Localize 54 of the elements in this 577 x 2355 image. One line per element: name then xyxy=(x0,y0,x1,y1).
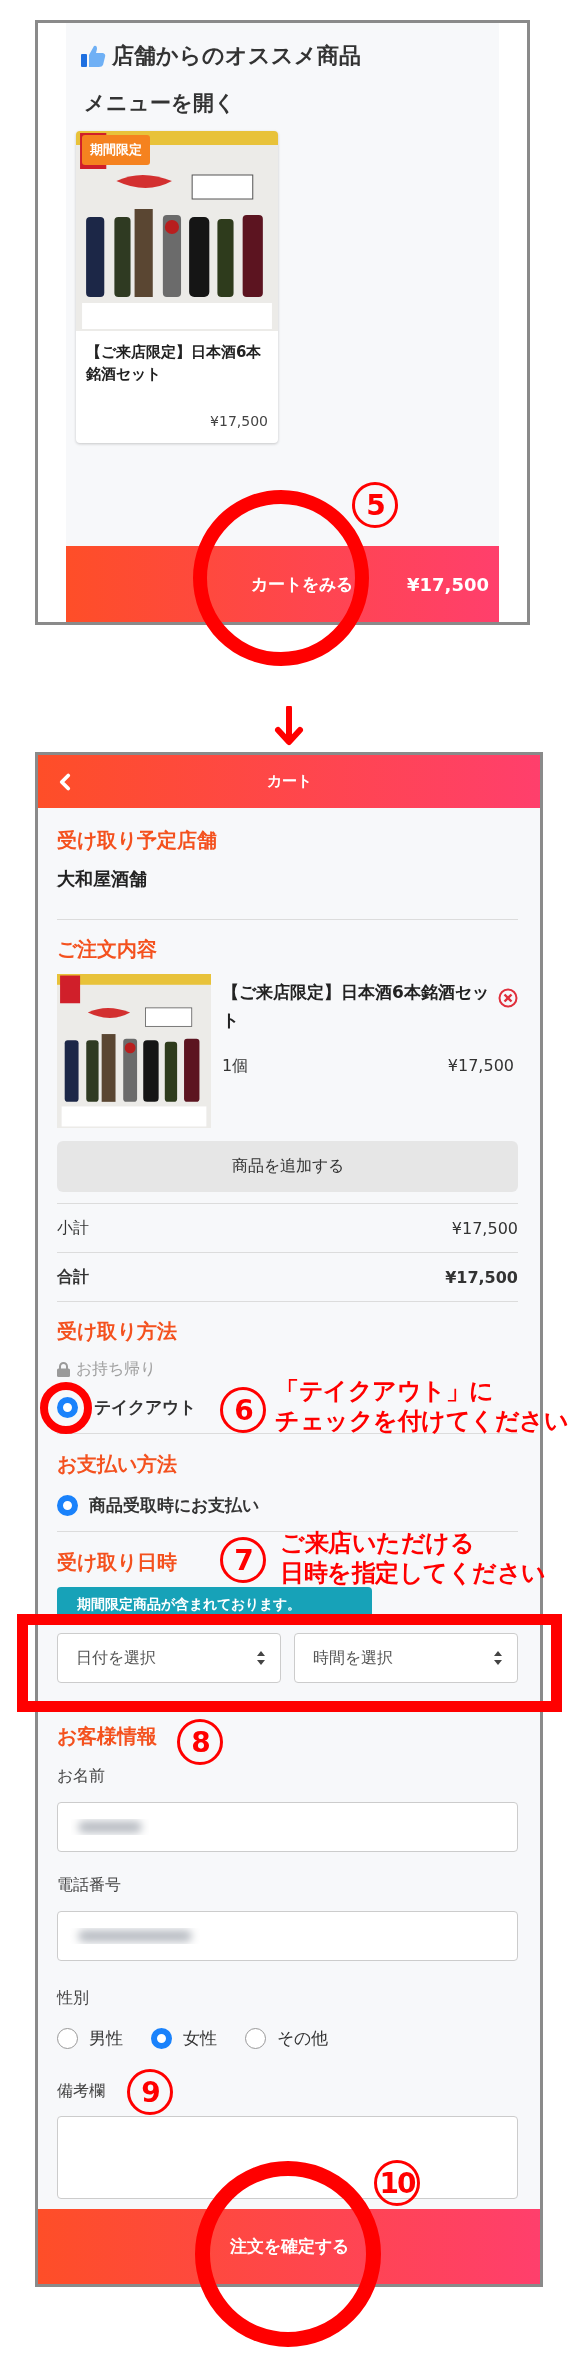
add-item-button[interactable]: 商品を追加する xyxy=(57,1141,518,1192)
store-name: 大和屋酒舗 xyxy=(57,867,148,891)
step-number: 9 xyxy=(127,2069,173,2115)
subtotal-label: 小計 xyxy=(57,1217,89,1239)
input-field[interactable] xyxy=(57,1911,518,1961)
section-heading: 受け取り方法 xyxy=(57,1319,177,1343)
total-label: 合計 xyxy=(57,1266,89,1288)
instruction-text: ご来店いただける 日時を指定してください xyxy=(280,1528,546,1588)
step-number: 7 xyxy=(220,1537,266,1583)
step-number: 8 xyxy=(177,1719,223,1765)
section-heading: お客様情報 xyxy=(57,1724,157,1748)
open-menu-link[interactable]: メニューを開く xyxy=(66,71,236,117)
step-number: 5 xyxy=(352,482,398,528)
total-value: ¥17,500 xyxy=(445,1267,518,1287)
lock-icon xyxy=(57,1362,70,1377)
field-label: 備考欄 xyxy=(57,2081,105,2102)
thumbs-up-icon xyxy=(80,44,106,68)
header-title: カート xyxy=(266,772,312,791)
section-title: 店舗からのオススメ商品 xyxy=(112,42,361,70)
section-heading: お支払い方法 xyxy=(57,1452,177,1476)
item-title: 【ご来店限定】日本酒6本銘酒セット xyxy=(222,981,490,1032)
product-title: 【ご来店限定】日本酒6本銘酒セット xyxy=(85,342,263,385)
radio-option[interactable]: テイクアウト xyxy=(57,1396,196,1419)
radio-option[interactable]: 男性 xyxy=(57,2027,123,2050)
item-quantity: 1個 xyxy=(222,1056,249,1077)
instruction-text: 「テイクアウト」に チェックを付けてください xyxy=(275,1376,568,1436)
sort-arrows-icon xyxy=(256,1650,266,1666)
step-number: 6 xyxy=(220,1387,266,1433)
radio-option[interactable]: 商品受取時にお支払い xyxy=(57,1494,259,1517)
product-price: ¥17,500 xyxy=(209,413,269,431)
radio-option[interactable]: その他 xyxy=(245,2027,328,2050)
field-label: 性別 xyxy=(57,1988,89,2009)
section-heading: 受け取り予定店舗 xyxy=(57,828,217,852)
field-label: 電話番号 xyxy=(57,1875,121,1896)
remove-icon[interactable] xyxy=(498,988,518,1008)
down-arrow-icon xyxy=(273,706,304,746)
highlight-ring xyxy=(40,1382,92,1434)
limited-badge: 期間限定 xyxy=(82,135,150,165)
item-price: ¥17,500 xyxy=(447,1056,514,1077)
subtotal-value: ¥17,500 xyxy=(451,1218,518,1238)
section-heading: ご注文内容 xyxy=(57,937,157,961)
group-label: お持ち帰り xyxy=(76,1359,156,1380)
sort-arrows-icon xyxy=(493,1650,503,1666)
product-card[interactable]: 期間限定 【ご来店限定】日本酒6本銘酒セット ¥17,500 xyxy=(76,131,278,443)
cart-total: ¥17,500 xyxy=(407,573,489,595)
input-field[interactable] xyxy=(57,1802,518,1852)
field-label: お名前 xyxy=(57,1766,105,1787)
view-cart-label: カートをみる xyxy=(249,572,354,596)
radio-option[interactable]: 女性 xyxy=(151,2027,217,2050)
notes-field[interactable] xyxy=(57,2116,518,2199)
select-field[interactable]: 時間を選択 xyxy=(294,1633,518,1683)
step-number: 10 xyxy=(374,2160,420,2206)
section-heading: 受け取り日時 xyxy=(57,1550,177,1574)
select-field[interactable]: 日付を選択 xyxy=(57,1633,281,1683)
